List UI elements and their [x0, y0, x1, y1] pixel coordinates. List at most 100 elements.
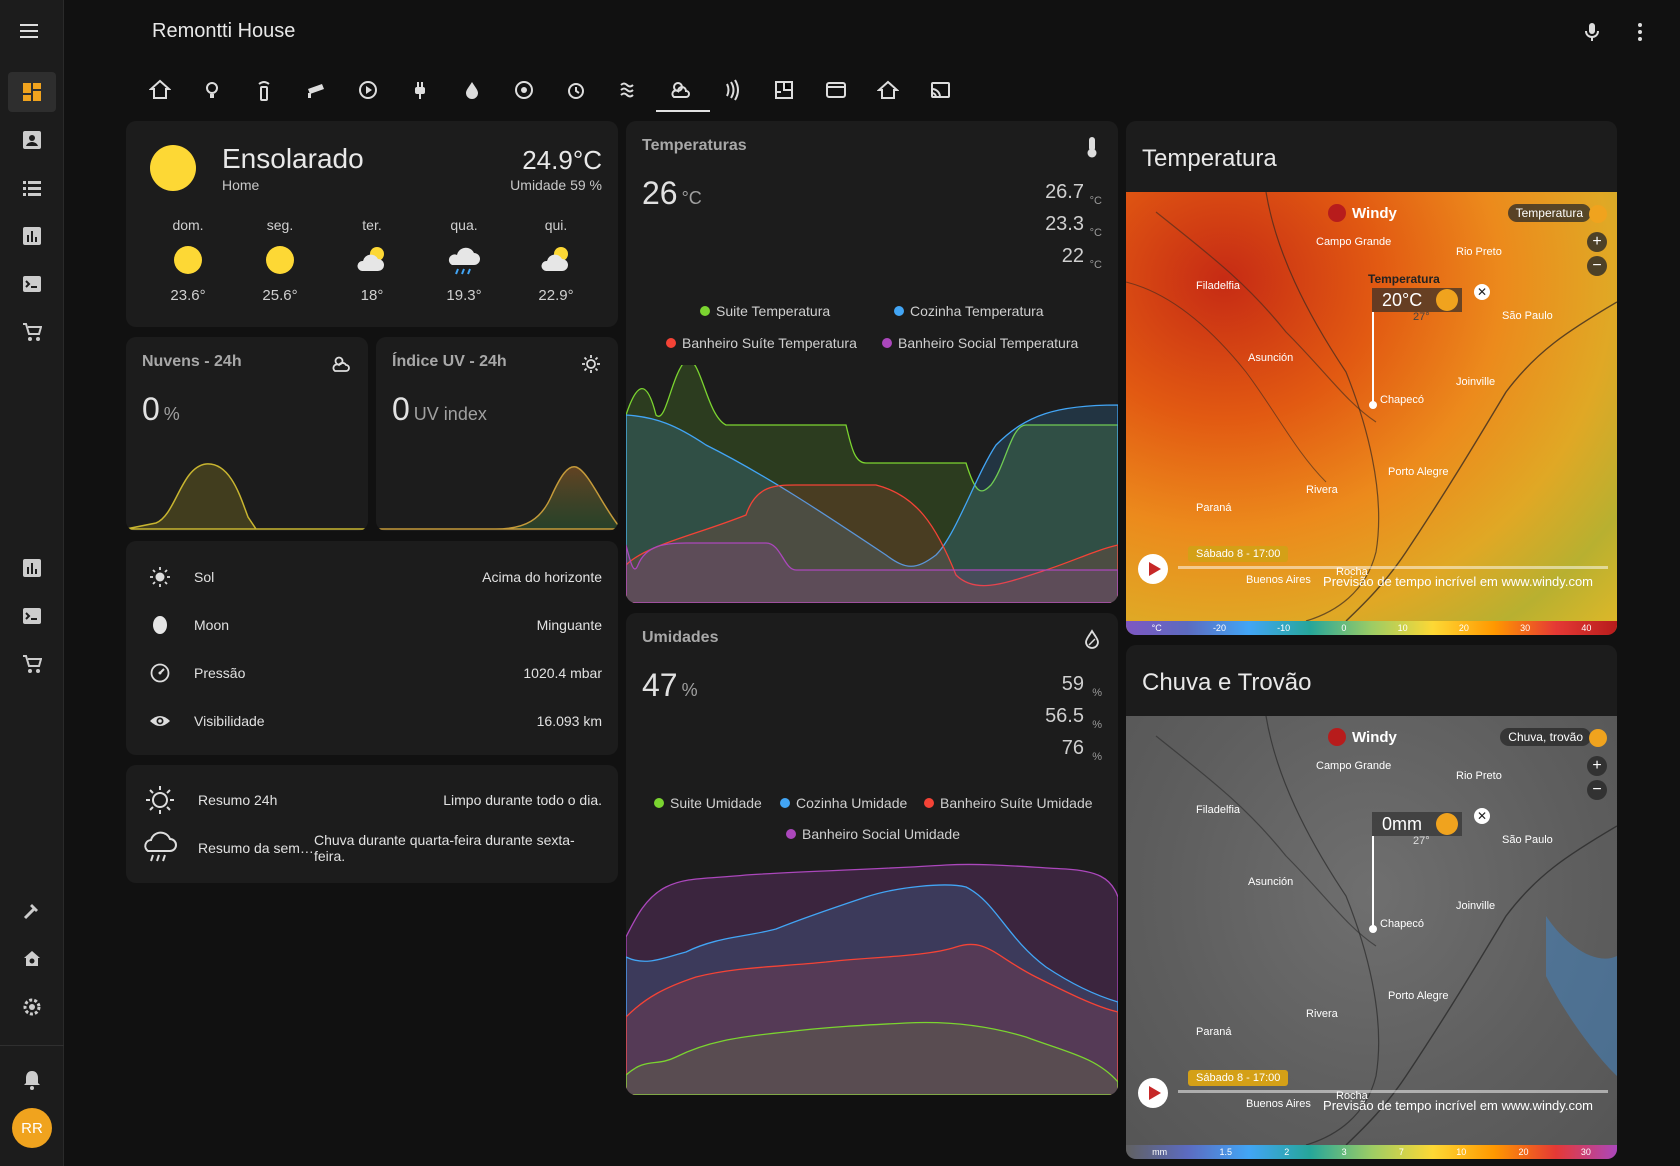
- tab-power[interactable]: [396, 68, 444, 112]
- tab-floorplan[interactable]: [760, 68, 808, 112]
- cctv-icon: [308, 84, 324, 98]
- uv-sparkline: [376, 466, 618, 530]
- legend-item[interactable]: Banheiro Social Temperatura: [882, 335, 1078, 351]
- forecast-temp: 18°: [360, 287, 384, 304]
- tab-cast[interactable]: [916, 68, 964, 112]
- temps-main-unit: °C: [681, 188, 702, 208]
- temperatures-card[interactable]: Temperaturas 26 °C 26.7 23.3 22 °C °C °C Su…: [626, 121, 1118, 603]
- tab-camera[interactable]: [292, 68, 340, 112]
- tab-energy[interactable]: [604, 68, 652, 112]
- legend-item[interactable]: Suite Umidade: [654, 795, 762, 811]
- sidebar-item-logbook[interactable]: [8, 168, 56, 208]
- gear-icon: [23, 998, 41, 1016]
- popup-pin-line: [1372, 312, 1374, 404]
- temperature-scale: °C -20 -10 0 10 20 30 40: [1126, 621, 1617, 635]
- sidebar-item-ssh[interactable]: [8, 596, 56, 636]
- timeline-track[interactable]: [1178, 566, 1608, 569]
- tab-remote[interactable]: [240, 68, 288, 112]
- play-button[interactable]: [1138, 1078, 1168, 1108]
- alarm-icon: [568, 83, 584, 99]
- notifications-button[interactable]: [8, 1060, 56, 1100]
- menu-icon[interactable]: [20, 22, 44, 42]
- sidebar-item-history[interactable]: [8, 216, 56, 256]
- windy-temperature-card[interactable]: Temperatura Windy Temperatura + − Temper…: [1126, 121, 1617, 635]
- summary-row-24h[interactable]: Resumo 24h Limpo durante todo o dia.: [142, 786, 602, 814]
- windy-footer[interactable]: Previsão de tempo incrível em www.windy.…: [1323, 1098, 1593, 1113]
- chevron-down-icon[interactable]: [1436, 813, 1458, 835]
- play-button[interactable]: [1138, 554, 1168, 584]
- sidebar-item-energy[interactable]: [8, 548, 56, 588]
- windy-rain-card[interactable]: Chuva e Trovão Windy Chuva, trovão + − 0…: [1126, 645, 1617, 1159]
- tab-media-player[interactable]: [812, 68, 860, 112]
- legend-item[interactable]: Cozinha Umidade: [780, 795, 907, 811]
- humidity-card[interactable]: Umidades 47% 59 56.5 76 %%% Suite Umidad…: [626, 613, 1118, 1095]
- microphone-icon[interactable]: [1580, 20, 1604, 44]
- weather-forecast-card[interactable]: Ensolarado Home 24.9°C Umidade 59 % dom.…: [126, 121, 618, 327]
- zoom-in-button[interactable]: +: [1587, 232, 1607, 252]
- tab-house[interactable]: [864, 68, 912, 112]
- tab-lights[interactable]: [188, 68, 236, 112]
- sidebar-item-terminal[interactable]: [8, 264, 56, 304]
- tab-security[interactable]: [500, 68, 548, 112]
- bulb-icon: [206, 82, 218, 98]
- map-label: Campo Grande: [1316, 760, 1392, 772]
- info-row-moon[interactable]: Moon Minguante: [148, 611, 602, 639]
- map-layer-label[interactable]: Chuva, trovão: [1500, 728, 1591, 746]
- zoom-out-button[interactable]: −: [1587, 256, 1607, 276]
- sidebar-item-overview[interactable]: [8, 72, 56, 112]
- card-title: Nuvens - 24h: [142, 353, 242, 370]
- zoom-out-button[interactable]: −: [1587, 780, 1607, 800]
- summary-row-week[interactable]: Resumo da sem… Chuva durante quarta-feir…: [142, 831, 602, 864]
- temps-main-number: 26: [642, 175, 678, 211]
- page-title: Remontti House: [152, 20, 296, 42]
- windy-footer[interactable]: Previsão de tempo incrível em www.windy.…: [1323, 574, 1593, 589]
- tab-weather[interactable]: [656, 68, 710, 112]
- console-icon: [23, 276, 41, 292]
- avatar[interactable]: RR: [12, 1108, 52, 1148]
- chevron-down-icon[interactable]: [1436, 289, 1458, 311]
- map-label: Rivera: [1306, 1008, 1338, 1020]
- tab-home[interactable]: [136, 68, 184, 112]
- rain-drop-icon[interactable]: [1589, 729, 1607, 747]
- forecast-day: qua.: [450, 217, 478, 233]
- summary-value: Chuva durante quarta-feira durante sexta…: [314, 832, 575, 864]
- zoom-in-button[interactable]: +: [1587, 756, 1607, 776]
- map-label: Rio Preto: [1456, 770, 1502, 782]
- tab-water[interactable]: [448, 68, 496, 112]
- legend-item[interactable]: Cozinha Temperatura: [894, 303, 1044, 319]
- legend-item[interactable]: Banheiro Suíte Umidade: [924, 795, 1093, 811]
- timeline-track[interactable]: [1178, 1090, 1608, 1093]
- windy-temperature-map[interactable]: Windy Temperatura + − Temperatura 20°C ✕…: [1126, 192, 1617, 632]
- close-popup-button[interactable]: ✕: [1474, 808, 1490, 824]
- info-row-pressure[interactable]: Pressão 1020.4 mbar: [148, 659, 602, 687]
- tab-signal[interactable]: [708, 68, 756, 112]
- sidebar-item-developer[interactable]: [8, 891, 56, 931]
- legend-item[interactable]: Suite Temperatura: [700, 303, 830, 319]
- legend-item[interactable]: Banheiro Suíte Temperatura: [666, 335, 857, 351]
- sidebar-item-cart[interactable]: [8, 644, 56, 684]
- info-icon[interactable]: [1589, 205, 1607, 223]
- sidebar-item-home[interactable]: [8, 939, 56, 979]
- forecast-day: seg.: [266, 217, 294, 233]
- tab-media[interactable]: [344, 68, 392, 112]
- windy-logo[interactable]: Windy: [1328, 728, 1397, 746]
- legend-item[interactable]: Banheiro Social Umidade: [786, 826, 960, 842]
- uv-card[interactable]: Índice UV - 24h 0 UV index: [376, 337, 618, 531]
- info-row-sun[interactable]: Sol Acima do horizonte: [148, 563, 602, 591]
- windy-rain-map[interactable]: Windy Chuva, trovão + − 0mm ✕ 27° Campo …: [1126, 716, 1617, 1156]
- map-layer-label[interactable]: Temperatura: [1507, 204, 1591, 222]
- tab-alarm[interactable]: [552, 68, 600, 112]
- sidebar-item-people[interactable]: [8, 120, 56, 160]
- more-vert-icon[interactable]: [1628, 20, 1652, 44]
- summary-value: Limpo durante todo o dia.: [443, 792, 602, 808]
- info-row-visibility[interactable]: Visibilidade 16.093 km: [148, 707, 602, 735]
- close-popup-button[interactable]: ✕: [1474, 284, 1490, 300]
- sidebar-item-settings[interactable]: [8, 987, 56, 1027]
- side-value: 76: [1061, 737, 1084, 759]
- clouds-card[interactable]: Nuvens - 24h 0%: [126, 337, 368, 531]
- map-label: Asunción: [1248, 352, 1294, 364]
- uv-number: 0: [392, 391, 410, 427]
- sunny-icon: [150, 145, 196, 191]
- sidebar-item-shopping[interactable]: [8, 312, 56, 352]
- windy-logo[interactable]: Windy: [1328, 204, 1397, 222]
